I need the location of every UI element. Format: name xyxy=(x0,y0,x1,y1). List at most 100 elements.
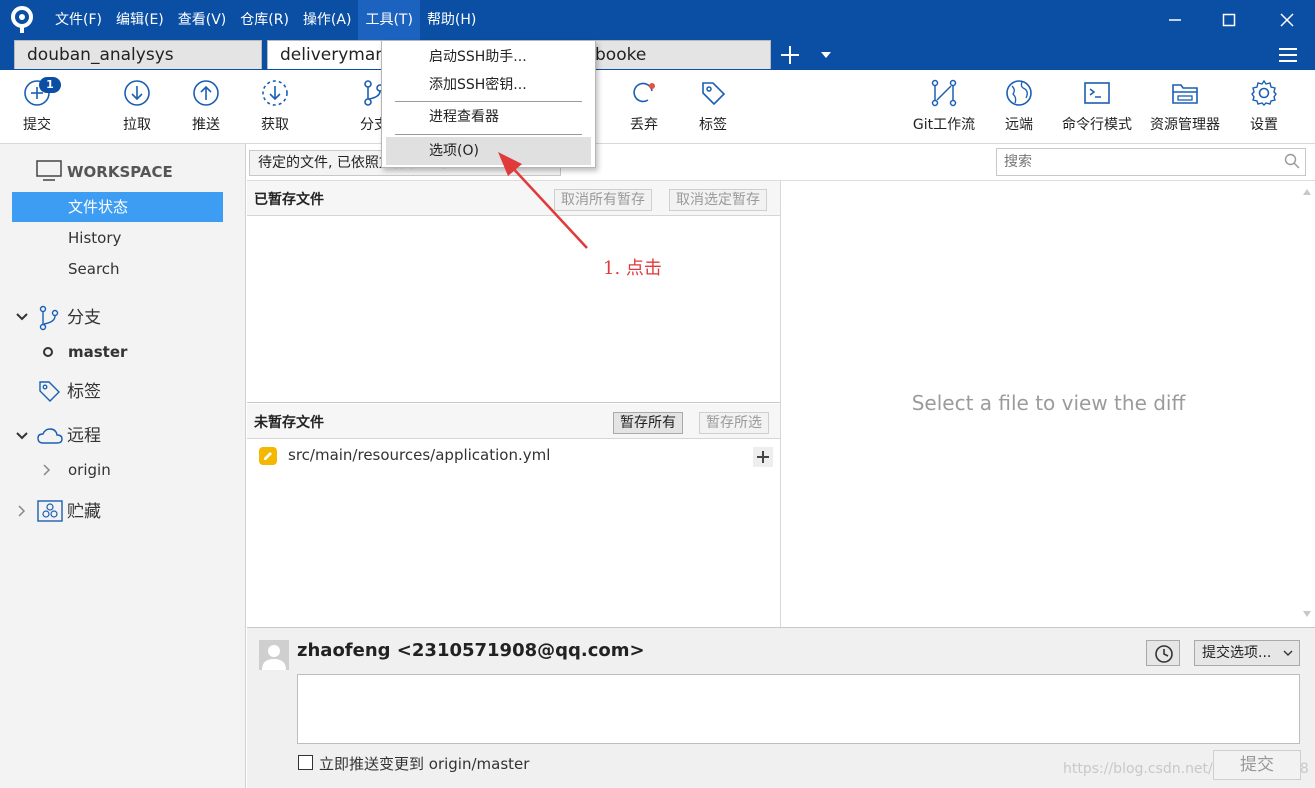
minimize-icon xyxy=(1169,19,1181,21)
menu-repository[interactable]: 仓库(R) xyxy=(233,0,296,40)
chevron-right-icon[interactable] xyxy=(43,464,51,476)
stage-all-button[interactable]: 暂存所有 xyxy=(613,412,683,434)
discard-toolbar-label: 丢弃 xyxy=(630,117,658,133)
menu-actions[interactable]: 操作(A) xyxy=(296,0,359,40)
chevron-down-icon[interactable] xyxy=(16,431,28,441)
sidebar-branch-master[interactable]: master xyxy=(68,337,218,367)
sidebar-item-search[interactable]: Search xyxy=(68,254,218,284)
settings-toolbar-button[interactable]: 设置 xyxy=(1224,78,1304,134)
current-branch-icon xyxy=(43,347,53,357)
tab-dropdown-icon[interactable] xyxy=(818,48,834,62)
stage-file-plus-icon[interactable] xyxy=(753,447,773,467)
fetch-toolbar-button[interactable]: 获取 xyxy=(235,78,315,134)
menu-item-process-viewer[interactable]: 进程查看器 xyxy=(386,103,591,131)
tag-icon xyxy=(702,82,726,106)
discard-toolbar-button[interactable]: 丢弃 xyxy=(604,78,684,134)
monitor-icon xyxy=(36,160,62,181)
sidebar-item-history[interactable]: History xyxy=(68,223,218,253)
menu-view[interactable]: 查看(V) xyxy=(171,0,234,40)
hamburger-menu-icon[interactable] xyxy=(1276,44,1300,66)
close-button[interactable] xyxy=(1259,0,1315,40)
sidebar-tags-heading[interactable]: 标签 xyxy=(67,377,217,407)
menu-separator xyxy=(395,101,582,102)
add-tab-icon[interactable] xyxy=(777,42,803,68)
cloud-icon xyxy=(37,428,63,444)
menu-item-start-ssh-agent[interactable]: 启动SSH助手... xyxy=(386,43,591,71)
terminal-toolbar-button[interactable]: 命令行模式 xyxy=(1052,78,1142,134)
commit-count-badge: 1 xyxy=(39,77,61,93)
explorer-toolbar-label: 资源管理器 xyxy=(1150,117,1220,133)
explorer-toolbar-button[interactable]: 资源管理器 xyxy=(1140,78,1230,134)
pull-toolbar-button[interactable]: 拉取 xyxy=(97,78,177,134)
commit-options-dropdown[interactable]: 提交选项... xyxy=(1194,640,1300,666)
commit-author: zhaofeng <2310571908@qq.com> xyxy=(297,640,645,661)
sourcetree-logo-icon xyxy=(11,6,33,33)
commit-history-button[interactable] xyxy=(1146,640,1180,666)
repo-tab-bar: douban_analysys deliveryman booke xyxy=(0,40,1315,70)
menu-file[interactable]: 文件(F) xyxy=(48,0,109,40)
chevron-right-icon[interactable] xyxy=(18,505,26,517)
diff-scrollbar[interactable] xyxy=(1301,185,1313,621)
terminal-toolbar-label: 命令行模式 xyxy=(1062,117,1132,133)
modified-file-icon xyxy=(259,447,277,465)
menu-tools[interactable]: 工具(T) xyxy=(358,0,420,40)
push-toolbar-button[interactable]: 推送 xyxy=(166,78,246,134)
branch-icon xyxy=(39,305,59,331)
discard-refresh-icon xyxy=(633,82,655,103)
unstage-all-button[interactable]: 取消所有暂存 xyxy=(554,189,652,211)
staged-files-list xyxy=(247,217,780,403)
sidebar-remote-origin[interactable]: origin xyxy=(68,455,218,485)
chevron-down-icon[interactable] xyxy=(16,312,28,322)
tab-douban-analysys[interactable]: douban_analysys xyxy=(14,40,262,69)
user-avatar-icon xyxy=(262,645,286,670)
maximize-button[interactable] xyxy=(1201,0,1257,40)
unstage-selected-button[interactable]: 取消选定暂存 xyxy=(669,189,767,211)
globe-icon xyxy=(1006,80,1032,106)
list-item[interactable]: src/main/resources/application.yml xyxy=(247,444,780,470)
commit-options-label: 提交选项... xyxy=(1202,645,1272,661)
diff-placeholder: Select a file to view the diff xyxy=(911,391,1186,415)
stage-selected-button[interactable]: 暂存所选 xyxy=(699,412,769,434)
folder-icon xyxy=(1172,84,1198,104)
sidebar-remotes-heading[interactable]: 远程 xyxy=(67,421,217,451)
push-immediately-checkbox[interactable] xyxy=(298,755,313,770)
commit-button[interactable]: 提交 xyxy=(1213,750,1301,780)
gitflow-icon xyxy=(931,79,957,107)
search-input[interactable] xyxy=(996,148,1306,176)
maximize-icon xyxy=(1222,13,1236,27)
main-toolbar: 1 提交 拉取 推送 获取 分支 丢弃 标签 Git工作流 远端 命令行模式 资… xyxy=(0,70,1315,144)
menu-bar: 文件(F) 编辑(E) 查看(V) 仓库(R) 操作(A) 工具(T) 帮助(H… xyxy=(0,0,1315,40)
diff-viewer: Select a file to view the diff xyxy=(780,181,1315,627)
sidebar: WORKSPACE 文件状态 History Search 分支 master … xyxy=(0,144,246,788)
commit-toolbar-button[interactable]: 1 提交 xyxy=(0,77,77,134)
menu-item-add-ssh-key[interactable]: 添加SSH密钥... xyxy=(386,71,591,99)
sidebar-branches-heading[interactable]: 分支 xyxy=(67,303,217,333)
remote-toolbar-button[interactable]: 远端 xyxy=(979,78,1059,134)
settings-toolbar-label: 设置 xyxy=(1250,117,1278,133)
search-icon[interactable] xyxy=(1284,153,1300,169)
terminal-icon xyxy=(1084,82,1110,104)
staged-files-title: 已暂存文件 xyxy=(254,192,324,208)
tag-toolbar-button[interactable]: 标签 xyxy=(673,78,753,134)
commit-message-input[interactable] xyxy=(297,674,1300,744)
sidebar-item-file-status[interactable]: 文件状态 xyxy=(68,192,218,222)
sidebar-stashes-heading[interactable]: 贮藏 xyxy=(67,497,217,527)
commit-panel: zhaofeng <2310571908@qq.com> 提交选项... 立即推… xyxy=(247,627,1315,788)
push-arrow-up-icon xyxy=(193,80,219,106)
stash-icon xyxy=(37,500,63,522)
pull-arrow-down-icon xyxy=(124,80,150,106)
menu-help[interactable]: 帮助(H) xyxy=(420,0,483,40)
avatar xyxy=(259,640,289,670)
fetch-toolbar-label: 获取 xyxy=(261,117,289,133)
minimize-button[interactable] xyxy=(1147,0,1203,40)
pull-toolbar-label: 拉取 xyxy=(123,117,151,133)
menu-item-options[interactable]: 选项(O) xyxy=(386,137,591,165)
commit-toolbar-label: 提交 xyxy=(23,117,51,133)
gitflow-toolbar-button[interactable]: Git工作流 xyxy=(904,78,984,134)
menu-edit[interactable]: 编辑(E) xyxy=(109,0,171,40)
staged-files-header: 已暂存文件 取消所有暂存 取消选定暂存 xyxy=(247,181,780,216)
tag-icon xyxy=(39,381,60,402)
gear-icon xyxy=(1251,79,1277,106)
remote-toolbar-label: 远端 xyxy=(1005,117,1033,133)
push-immediately-label: 立即推送变更到 origin/master xyxy=(319,755,530,773)
